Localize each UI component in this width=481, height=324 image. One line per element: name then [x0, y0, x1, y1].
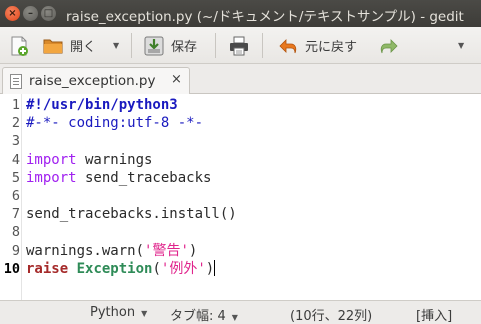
printer-icon: [228, 35, 250, 57]
status-bar: Python ▼ タブ幅: 4 ▼ (10行、22列) [挿入]: [0, 300, 481, 324]
caret-down-icon: ▼: [113, 41, 120, 50]
code-token: #-*- coding:utf-8 -*-: [26, 115, 204, 132]
window-minimize-button[interactable]: –: [23, 6, 38, 21]
save-icon: [143, 35, 165, 57]
code-editor[interactable]: 1 #!/usr/bin/python3 2 #-*- coding:utf-8 -*…: [0, 94, 481, 300]
tab-raise-exception[interactable]: raise_exception.py ×: [2, 67, 190, 95]
window-close-button[interactable]: ×: [5, 6, 20, 21]
redo-button[interactable]: [378, 27, 400, 64]
new-document-button[interactable]: [8, 27, 30, 64]
code-token: ): [205, 260, 215, 277]
line-number: 4: [11, 151, 20, 168]
toolbar-separator: [215, 33, 216, 58]
code-token: warnings: [76, 151, 153, 168]
print-button[interactable]: [228, 27, 250, 64]
insert-mode-indicator: [挿入]: [416, 309, 453, 324]
tab-width-selector[interactable]: タブ幅: 4 ▼: [170, 305, 238, 324]
code-text: warnings.warn('警告'): [26, 242, 197, 260]
window-maximize-button[interactable]: □: [41, 6, 56, 21]
tab-close-button[interactable]: ×: [171, 72, 182, 87]
save-label: 保存: [171, 40, 198, 55]
text-file-icon: [10, 74, 22, 89]
text-cursor: [214, 259, 216, 276]
code-text: import warnings: [26, 151, 152, 169]
code-token: import: [26, 151, 77, 168]
toolbar-separator: [262, 33, 263, 58]
code-text: import send_tracebacks: [26, 169, 211, 187]
window-title: raise_exception.py (~/ドキュメント/テキストサンプル) -…: [66, 9, 464, 25]
code-token: import: [26, 169, 77, 186]
line-number: 5: [11, 169, 20, 186]
code-text: raise Exception('例外'): [26, 259, 216, 278]
code-token: #!/usr/bin/python3: [26, 97, 178, 113]
window-titlebar: × – □ raise_exception.py (~/ドキュメント/テキストサ…: [0, 0, 481, 27]
redo-arrow-icon: [378, 35, 400, 57]
line-number: 10: [3, 260, 20, 277]
code-token: send_tracebacks: [76, 169, 212, 186]
tab-label: raise_exception.py: [29, 73, 156, 89]
line-number: 6: [11, 188, 20, 204]
save-button[interactable]: 保存: [143, 27, 197, 64]
line-number: 2: [11, 115, 20, 132]
code-token: warnings.warn(: [26, 242, 145, 259]
language-label: Python: [90, 305, 136, 320]
line-number: 7: [11, 206, 20, 223]
code-token: '警告': [144, 242, 189, 259]
folder-open-icon: [42, 35, 64, 57]
line-number: 8: [11, 224, 20, 241]
code-token: raise: [26, 260, 69, 277]
undo-arrow-icon: [277, 35, 299, 57]
code-token: send_tracebacks.install(): [26, 206, 237, 223]
open-label: 開く: [70, 40, 97, 55]
caret-down-icon: ▼: [458, 41, 465, 50]
open-button[interactable]: 開く: [42, 27, 96, 64]
tab-bar: raise_exception.py ×: [0, 64, 481, 95]
open-recent-dropdown[interactable]: ▼: [103, 27, 119, 64]
toolbar-separator: [131, 33, 132, 58]
code-token: '例外': [160, 260, 206, 277]
line-number: 9: [11, 242, 20, 259]
code-text: #!/usr/bin/python3: [26, 96, 178, 114]
undo-button[interactable]: 元に戻す: [277, 27, 357, 64]
caret-down-icon: ▼: [141, 309, 148, 318]
tab-width-label: タブ幅: 4: [170, 309, 226, 324]
cursor-position: (10行、22列): [290, 309, 373, 324]
code-token: ): [188, 242, 198, 259]
code-token: (: [152, 260, 161, 277]
line-number: 1: [11, 97, 20, 113]
line-number: 3: [11, 133, 20, 150]
undo-label: 元に戻す: [305, 40, 358, 55]
caret-down-icon: ▼: [231, 313, 238, 322]
code-text: send_tracebacks.install(): [26, 205, 237, 223]
new-document-icon: [8, 35, 30, 57]
language-selector[interactable]: Python ▼: [90, 305, 147, 320]
toolbar-overflow-dropdown[interactable]: ▼: [458, 27, 464, 64]
toolbar: 開く ▼ 保存 元に戻す ▼: [0, 27, 481, 64]
code-token: Exception: [76, 260, 153, 277]
code-text: #-*- coding:utf-8 -*-: [26, 114, 203, 132]
